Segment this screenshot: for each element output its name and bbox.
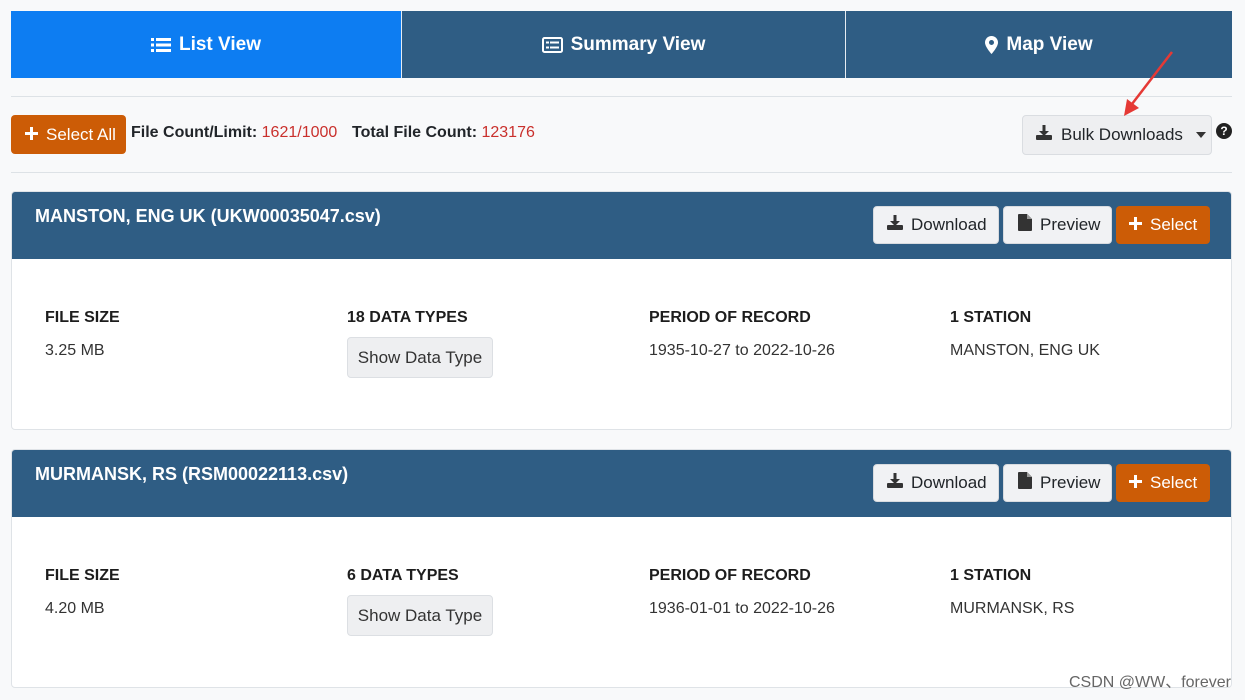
tab-label: Map View <box>1006 33 1093 55</box>
divider <box>11 96 1232 97</box>
divider <box>11 172 1232 173</box>
period-column: PERIOD OF RECORD 1936-01-01 to 2022-10-2… <box>649 567 835 618</box>
preview-label: Preview <box>1040 473 1101 492</box>
view-tabs: List View Summary View Map View <box>11 11 1232 78</box>
file-size-column: FILE SIZE 4.20 MB <box>45 567 120 618</box>
station-label: 1 STATION <box>950 309 1032 326</box>
data-types-column: 18 DATA TYPES Show Data Type <box>347 309 493 378</box>
preview-label: Preview <box>1040 215 1101 234</box>
data-types-label: 18 DATA TYPES <box>347 309 468 326</box>
select-button[interactable]: Select <box>1116 206 1210 244</box>
preview-button[interactable]: Preview <box>1003 464 1112 502</box>
show-data-type-button[interactable]: Show Data Type <box>347 337 493 378</box>
tab-label: Summary View <box>570 33 706 55</box>
select-button[interactable]: Select <box>1116 464 1210 502</box>
data-types-label: 6 DATA TYPES <box>347 567 459 584</box>
total-file-count: Total File Count: 123176 <box>352 124 535 142</box>
card-title: MURMANSK, RS (RSM00022113.csv) <box>35 464 349 484</box>
station-column: 1 STATION MANSTON, ENG UK <box>950 309 1100 360</box>
list-icon <box>150 37 171 53</box>
toolbar: Select All File Count/Limit: 1621/1000 T… <box>11 115 1232 155</box>
show-data-type-button[interactable]: Show Data Type <box>347 595 493 636</box>
file-icon <box>1018 214 1032 236</box>
file-size-label: FILE SIZE <box>45 309 120 326</box>
file-size-column: FILE SIZE 3.25 MB <box>45 309 120 360</box>
card-header: MURMANSK, RS (RSM00022113.csv) Download … <box>12 450 1231 517</box>
period-label: PERIOD OF RECORD <box>649 567 811 584</box>
station-value: MURMANSK, RS <box>950 600 1075 617</box>
card-title: MANSTON, ENG UK (UKW00035047.csv) <box>35 206 381 226</box>
tab-list-view[interactable]: List View <box>11 11 401 78</box>
chevron-down-icon <box>1195 132 1206 138</box>
period-column: PERIOD OF RECORD 1935-10-27 to 2022-10-2… <box>649 309 835 360</box>
file-size-value: 3.25 MB <box>45 342 105 359</box>
file-size-label: FILE SIZE <box>45 567 120 584</box>
summary-icon <box>541 36 563 53</box>
file-size-value: 4.20 MB <box>45 600 105 617</box>
bulk-downloads-label: Bulk Downloads <box>1061 125 1183 144</box>
bulk-downloads-dropdown[interactable]: Bulk Downloads <box>1022 115 1212 155</box>
download-button[interactable]: Download <box>873 464 999 502</box>
station-column: 1 STATION MURMANSK, RS <box>950 567 1074 618</box>
map-marker-icon <box>985 35 999 54</box>
tab-summary-view[interactable]: Summary View <box>401 11 845 78</box>
result-card: MANSTON, ENG UK (UKW00035047.csv) Downlo… <box>11 191 1232 430</box>
station-label: 1 STATION <box>950 567 1032 584</box>
total-count-label: Total File Count: <box>352 124 478 141</box>
select-all-button[interactable]: Select All <box>11 115 126 154</box>
download-icon <box>887 215 903 235</box>
select-label: Select <box>1150 473 1198 492</box>
tab-map-view[interactable]: Map View <box>845 11 1232 78</box>
tab-label: List View <box>178 33 261 55</box>
watermark: CSDN @WW、forever <box>1068 674 1231 691</box>
period-value: 1936-01-01 to 2022-10-26 <box>649 600 835 617</box>
plus-icon <box>25 125 38 145</box>
result-card: MURMANSK, RS (RSM00022113.csv) Download … <box>11 449 1232 688</box>
select-all-label: Select All <box>46 124 116 144</box>
download-label: Download <box>911 473 987 492</box>
file-icon <box>1018 472 1032 494</box>
period-label: PERIOD OF RECORD <box>649 309 811 326</box>
help-icon[interactable]: ? <box>1216 123 1232 139</box>
file-count: File Count/Limit: 1621/1000 <box>131 124 337 142</box>
file-count-label: File Count/Limit: <box>131 124 258 141</box>
download-button[interactable]: Download <box>873 206 999 244</box>
download-label: Download <box>911 215 987 234</box>
card-header: MANSTON, ENG UK (UKW00035047.csv) Downlo… <box>12 192 1231 259</box>
plus-icon <box>1129 215 1142 235</box>
download-icon <box>887 473 903 493</box>
preview-button[interactable]: Preview <box>1003 206 1112 244</box>
plus-icon <box>1129 473 1142 493</box>
select-label: Select <box>1150 215 1198 234</box>
station-value: MANSTON, ENG UK <box>950 342 1100 359</box>
download-icon <box>1036 125 1052 145</box>
file-count-value: 1621/1000 <box>261 124 338 141</box>
period-value: 1935-10-27 to 2022-10-26 <box>649 342 835 359</box>
total-count-value: 123176 <box>481 124 535 141</box>
data-types-column: 6 DATA TYPES Show Data Type <box>347 567 493 636</box>
